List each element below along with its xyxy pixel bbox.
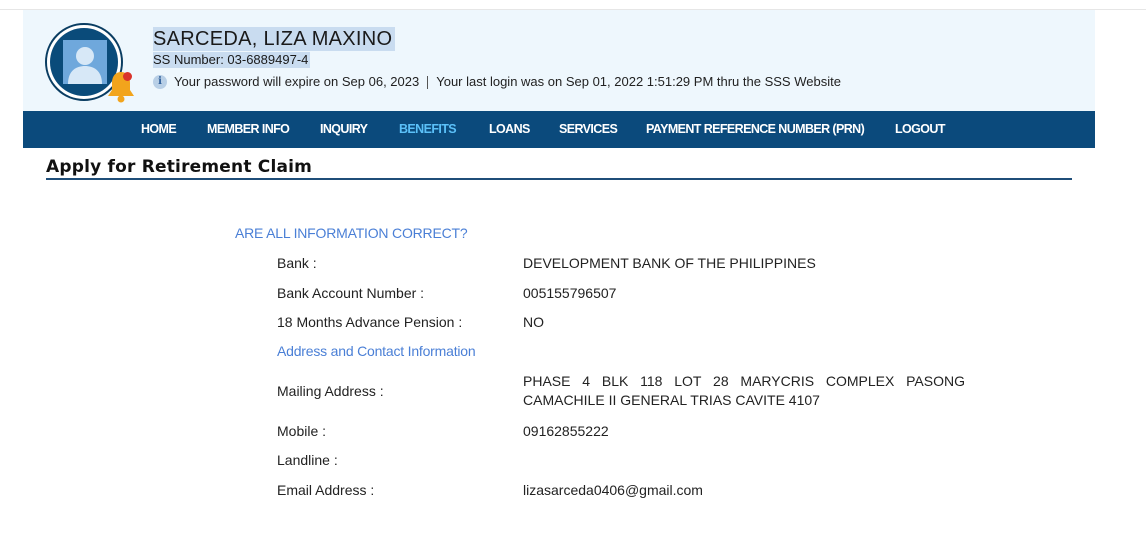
nav-loans[interactable]: LOANS [489, 111, 530, 148]
login-notice: i Your password will expire on Sep 06, 2… [153, 74, 841, 90]
contact-heading: Address and Contact Information [277, 343, 476, 359]
info-icon: i [153, 75, 167, 89]
bank-value: DEVELOPMENT BANK OF THE PHILIPPINES [523, 255, 816, 271]
notice-divider [427, 75, 429, 89]
last-login-text: Your last login was on Sep 01, 2022 1:51… [436, 74, 841, 89]
mailing-address-label: Mailing Address : [277, 383, 384, 399]
nav-prn[interactable]: PAYMENT REFERENCE NUMBER (PRN) [646, 111, 865, 148]
mailing-address-value: PHASE 4 BLK 118 LOT 28 MARYCRIS COMPLEX … [523, 373, 965, 408]
email-value: lizasarceda0406@gmail.com [523, 482, 703, 498]
password-expiry-text: Your password will expire on Sep 06, 202… [174, 74, 420, 89]
main-nav: HOME MEMBER INFO INQUIRY BENEFITS LOANS … [23, 111, 1095, 148]
bank-label: Bank : [277, 255, 317, 271]
nav-inquiry[interactable]: INQUIRY [320, 111, 368, 148]
nav-logout[interactable]: LOGOUT [895, 111, 945, 148]
nav-home[interactable]: HOME [141, 111, 177, 148]
nav-member-info[interactable]: MEMBER INFO [207, 111, 290, 148]
notification-dot [123, 72, 132, 81]
nav-services[interactable]: SERVICES [559, 111, 618, 148]
avatar-icon [63, 40, 107, 84]
landline-label: Landline : [277, 452, 338, 468]
page-title: Apply for Retirement Claim [46, 157, 313, 177]
member-header: SARCEDA, LIZA MAXINO SS Number: 03-68894… [23, 10, 1095, 111]
account-number-label: Bank Account Number : [277, 285, 425, 301]
advance-pension-value: NO [523, 314, 544, 330]
mobile-label: Mobile : [277, 423, 327, 439]
ss-number: SS Number: 03-6889497-4 [153, 52, 311, 68]
member-name: SARCEDA, LIZA MAXINO [153, 27, 396, 51]
mobile-value: 09162855222 [523, 423, 609, 439]
nav-benefits[interactable]: BENEFITS [399, 111, 457, 148]
confirmation-heading: ARE ALL INFORMATION CORRECT? [235, 225, 468, 241]
title-divider [46, 178, 1072, 180]
account-number-value: 005155796507 [523, 285, 617, 301]
advance-pension-label: 18 Months Advance Pension : [277, 314, 463, 330]
email-label: Email Address : [277, 482, 375, 498]
